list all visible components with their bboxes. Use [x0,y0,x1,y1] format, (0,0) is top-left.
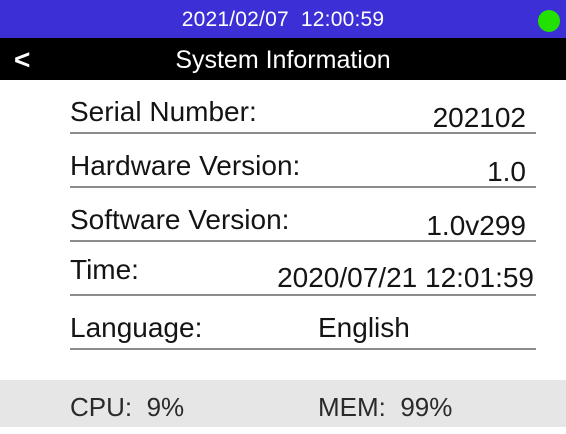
serial-number-value: 202102 [432,102,526,133]
resource-footer: CPU: 9% MEM: 99% [0,380,566,427]
hardware-version-value: 1.0 [487,156,526,187]
hardware-version-label: Hardware Version: [70,150,301,181]
time-row[interactable]: Time: 2020/07/21 12:01:59 [70,242,536,296]
cpu-usage: CPU: 9% [70,392,185,422]
page-title: System Information [175,46,391,74]
hardware-version-row: Hardware Version: 1.0 [70,134,536,188]
software-version-value: 1.0v299 [426,210,526,241]
software-version-label: Software Version: [70,204,290,235]
serial-number-label: Serial Number: [70,96,257,127]
language-value: English [318,312,410,343]
software-version-row: Software Version: 1.0v299 [70,188,536,242]
language-label: Language: [70,312,203,343]
serial-number-row: Serial Number: 202102 [70,80,536,134]
status-indicator-icon [538,10,560,32]
status-datetime: 2021/02/07 12:00:59 [181,8,385,31]
time-value: 2020/07/21 12:01:59 [277,262,534,293]
title-bar: < System Information [0,38,566,80]
language-row[interactable]: Language: English [70,296,536,350]
time-label: Time: [70,254,139,285]
status-bar: 2021/02/07 12:00:59 [0,0,566,38]
mem-usage: MEM: 99% [318,392,453,422]
